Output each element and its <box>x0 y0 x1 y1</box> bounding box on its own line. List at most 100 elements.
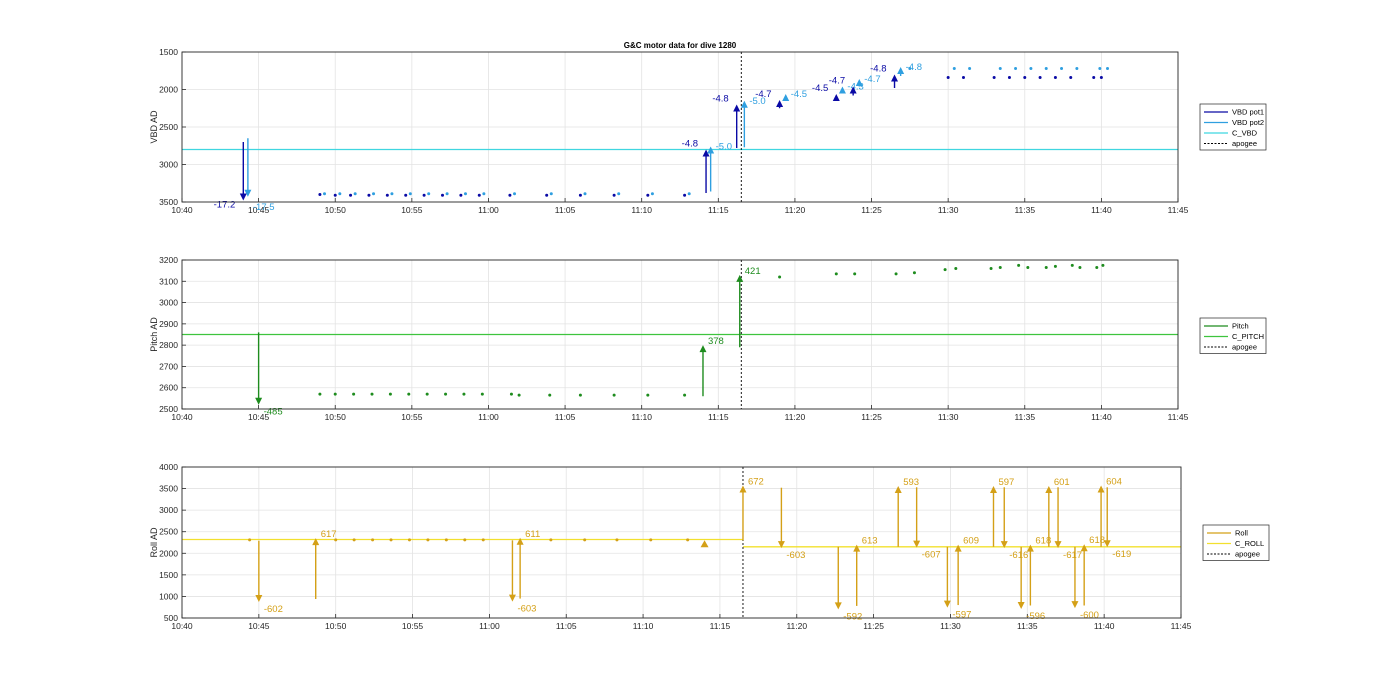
data-point <box>1044 265 1048 269</box>
move-label: 593 <box>903 477 919 488</box>
data-point <box>371 538 375 542</box>
data-point <box>1053 264 1057 268</box>
y-tick-label: 2700 <box>159 361 178 371</box>
panel-3: 10:40 10:45 10:50 10:55 11:00 11:05 11:10 11:15… <box>149 462 1270 631</box>
data-point <box>372 192 376 196</box>
data-point <box>427 192 431 196</box>
move-label: -616 <box>1009 550 1028 561</box>
data-point <box>481 538 485 542</box>
data-point <box>968 67 972 70</box>
plot-area <box>182 467 1181 618</box>
data-point <box>1069 76 1073 79</box>
data-point <box>686 538 690 542</box>
x-tick-label: 11:20 <box>785 205 806 215</box>
move-label: 613 <box>862 536 878 547</box>
x-tick-label: 11:25 <box>863 621 884 631</box>
y-tick-label: 3000 <box>159 160 178 170</box>
data-point <box>318 193 322 196</box>
data-point <box>992 76 996 79</box>
move-label: -5.0 <box>716 142 732 153</box>
move-label: -4.8 <box>682 139 698 150</box>
data-point <box>1070 263 1074 267</box>
move-label: -4.8 <box>870 64 886 75</box>
data-point <box>367 193 371 197</box>
data-point <box>778 275 782 279</box>
x-tick-label: 11:10 <box>633 621 654 631</box>
data-point <box>404 193 408 197</box>
move-label: -617 <box>1063 550 1082 561</box>
data-point <box>549 192 553 196</box>
y-tick-label: 3000 <box>159 298 178 308</box>
data-point <box>440 193 444 197</box>
data-point <box>998 265 1002 269</box>
data-point <box>338 192 342 196</box>
x-tick-label: 11:30 <box>938 412 959 422</box>
x-tick-label: 11:00 <box>478 205 499 215</box>
panel-1: 10:40 10:45 10:50 10:55 11:00 11:05 11:10 11:15… <box>149 47 1267 215</box>
data-point <box>459 193 463 197</box>
y-axis-label: Roll AD <box>149 527 159 558</box>
y-tick-label: 2500 <box>159 404 178 414</box>
data-point <box>463 538 467 542</box>
x-tick-label: 11:10 <box>631 205 652 215</box>
data-point <box>480 392 484 396</box>
x-tick-label: 11:10 <box>631 412 652 422</box>
data-point <box>646 393 650 397</box>
data-point <box>353 192 357 196</box>
data-point <box>248 538 252 542</box>
data-point <box>1075 67 1079 70</box>
move-label: 609 <box>963 536 979 547</box>
move-label: -4.5 <box>791 89 807 100</box>
data-point <box>834 272 838 276</box>
data-point <box>612 193 616 197</box>
gc-motor-chart: G&C motor data for dive 1280 10:40 10:45 1… <box>149 41 1270 631</box>
x-tick-label: 11:45 <box>1171 621 1192 631</box>
x-tick-label: 11:20 <box>786 621 807 631</box>
data-point <box>912 271 916 275</box>
move-label: -596 <box>1026 611 1045 622</box>
move-label: 421 <box>745 266 761 277</box>
data-point <box>650 192 654 196</box>
data-point <box>943 268 947 272</box>
x-tick-label: 10:50 <box>325 621 347 631</box>
y-tick-label: 2800 <box>159 340 178 350</box>
x-tick-label: 10:55 <box>401 205 423 215</box>
move-label: -592 <box>843 611 862 622</box>
data-point <box>426 538 430 542</box>
data-point <box>853 272 857 276</box>
legend-entry: apogee <box>1235 550 1260 559</box>
move-label: 672 <box>748 477 764 488</box>
data-point <box>444 538 448 542</box>
data-point <box>1044 67 1048 70</box>
data-point <box>370 392 374 396</box>
data-point <box>646 193 650 197</box>
data-point <box>583 192 587 196</box>
y-tick-label: 1000 <box>159 591 178 601</box>
data-point <box>425 392 429 396</box>
x-tick-label: 11:00 <box>479 621 500 631</box>
y-tick-label: 3500 <box>159 484 178 494</box>
data-point <box>683 193 687 197</box>
data-point <box>1095 265 1099 269</box>
x-tick-label: 11:35 <box>1017 621 1038 631</box>
x-tick-label: 10:50 <box>325 205 347 215</box>
move-label: -607 <box>922 550 941 561</box>
legend: PitchC_PITCHapogee <box>1199 317 1267 354</box>
legend: VBD pot1VBD pot2 C_VBDapogee <box>1199 103 1267 151</box>
data-point <box>1101 263 1105 267</box>
move-label: -17.2 <box>214 200 236 211</box>
move-label: 618 <box>1089 535 1105 546</box>
data-point <box>1098 67 1102 70</box>
y-tick-label: 1500 <box>159 47 178 57</box>
y-axis-label: Pitch AD <box>149 317 159 352</box>
data-point <box>1029 67 1033 70</box>
y-tick-label: 3000 <box>159 505 178 515</box>
x-tick-label: 11:40 <box>1091 205 1112 215</box>
legend-entry: apogee <box>1232 343 1257 352</box>
data-point <box>612 393 616 397</box>
data-point <box>617 192 621 196</box>
data-point <box>444 392 448 396</box>
move-label: -4.5 <box>812 83 828 94</box>
data-point <box>687 192 691 196</box>
y-tick-label: 4000 <box>159 462 178 472</box>
